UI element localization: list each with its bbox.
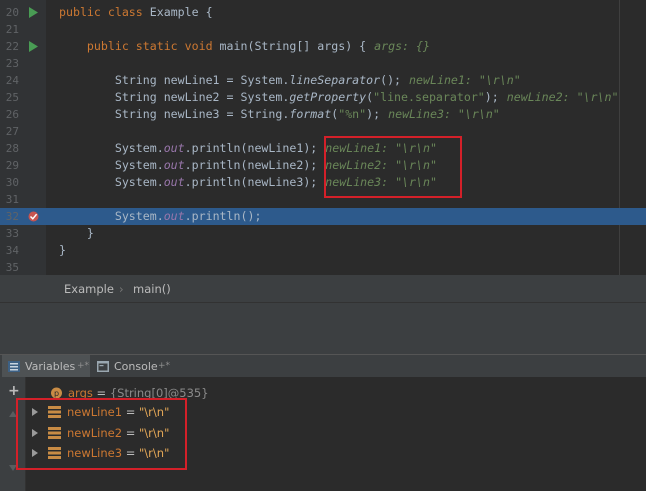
expand-triangle-icon[interactable] (32, 429, 38, 437)
variable-name: newLine1 (67, 405, 123, 419)
inline-debug-value: newLine2: "\r\n" (506, 90, 619, 104)
variable-value: "\r\n" (139, 446, 170, 460)
code-line[interactable]: 34} (0, 242, 646, 259)
line-number: 33 (5, 227, 19, 240)
line-number: 22 (5, 40, 19, 53)
line-number: 27 (5, 125, 19, 138)
inline-debug-value: newLine1: "\r\n" (325, 141, 437, 155)
inline-debug-value: newLine3: "\r\n" (325, 175, 437, 189)
code-line[interactable]: 21 (0, 21, 646, 38)
variable-value: "\r\n" (139, 405, 170, 419)
tab-console-label: Console (114, 360, 158, 373)
variable-equals: = (122, 426, 140, 440)
code-text: String newLine2 = System.getProperty("li… (59, 90, 619, 104)
variable-name: args (68, 386, 93, 400)
code-line[interactable]: 25 String newLine2 = System.getProperty(… (0, 89, 646, 106)
variable-equals: = (122, 405, 140, 419)
variable-row-args[interactable]: p args = {String[0]@535} (25, 383, 646, 403)
line-number: 28 (5, 142, 19, 155)
variables-icon (8, 361, 20, 372)
code-text: public static void main(String[] args) {… (86, 39, 430, 53)
add-watch-button[interactable]: + (8, 383, 20, 399)
breakpoint-icon[interactable] (28, 211, 39, 222)
expand-triangle-icon[interactable] (32, 449, 38, 457)
move-up-icon[interactable] (9, 411, 17, 417)
variable-name: newLine3 (67, 446, 123, 460)
variable-name: newLine2 (67, 426, 123, 440)
current-execution-line[interactable]: 32 System.out.println(); (0, 208, 646, 225)
code-line[interactable]: 22 public static void main(String[] args… (0, 38, 646, 55)
field-icon (48, 447, 61, 459)
line-number: 26 (5, 108, 19, 121)
console-icon (97, 361, 109, 372)
inline-debug-value: args: {} (374, 39, 430, 53)
inline-debug-value: newLine2: "\r\n" (325, 158, 437, 172)
code-text: } (59, 226, 94, 240)
variables-panel: + p args = {String[0]@535} newLine1 = "\… (0, 377, 646, 491)
tab-console[interactable]: Console +* (91, 355, 173, 378)
code-line[interactable]: 24 String newLine1 = System.lineSeparato… (0, 72, 646, 89)
line-number: 32 (5, 210, 19, 223)
line-number: 23 (5, 57, 19, 70)
breadcrumb: Example › main() (0, 275, 646, 302)
move-down-icon[interactable] (9, 465, 17, 471)
tab-variables-pin[interactable]: +* (77, 355, 89, 378)
breadcrumb-method[interactable]: main() (133, 282, 171, 296)
line-number: 34 (5, 244, 19, 257)
code-text: String newLine3 = String.format("%n"); ne… (59, 107, 500, 121)
code-line[interactable]: 26 String newLine3 = String.format("%n")… (0, 106, 646, 123)
breadcrumb-separator: › (119, 282, 124, 296)
code-text: System.out.println(); (59, 209, 262, 223)
field-icon (48, 406, 61, 418)
code-text: System.out.println(newLine3); newLine3: "… (59, 175, 437, 189)
run-icon[interactable] (28, 7, 39, 18)
variable-value: {String[0]@535} (109, 386, 209, 400)
line-number: 30 (5, 176, 19, 189)
line-number: 29 (5, 159, 19, 172)
code-text: System.out.println(newLine2); newLine2: "… (59, 158, 437, 172)
code-line[interactable]: 33 } (0, 225, 646, 242)
line-number: 20 (5, 6, 19, 19)
code-line[interactable]: 23 (0, 55, 646, 72)
line-number: 25 (5, 91, 19, 104)
empty-panel-area (0, 302, 646, 355)
field-icon (48, 427, 61, 439)
line-number: 35 (5, 261, 19, 274)
inline-debug-value: newLine1: "\r\n" (409, 73, 521, 87)
code-line[interactable]: 31 (0, 191, 646, 208)
tab-console-pin[interactable]: +* (158, 355, 170, 378)
variable-row-newline2[interactable]: newLine2 = "\r\n" (25, 423, 646, 443)
code-editor[interactable]: 20 public class Example { 21 22 public stat… (0, 0, 646, 275)
code-line[interactable]: 30 System.out.println(newLine3); newLine3… (0, 174, 646, 191)
variable-row-newline3[interactable]: newLine3 = "\r\n" (25, 443, 646, 463)
debug-tabs: Variables +* Console +* (0, 354, 646, 378)
svg-text:p: p (54, 389, 59, 398)
line-number: 24 (5, 74, 19, 87)
code-line[interactable]: 20 public class Example { (0, 4, 646, 21)
variable-equals: = (92, 386, 110, 400)
code-text: public class Example { (59, 5, 213, 19)
parameter-icon: p (51, 387, 62, 399)
expand-triangle-icon[interactable] (32, 408, 38, 416)
breadcrumb-class[interactable]: Example (64, 282, 114, 296)
inline-debug-value: newLine3: "\r\n" (388, 107, 500, 121)
code-line[interactable]: 35 (0, 259, 646, 275)
line-number: 31 (5, 193, 19, 206)
line-number: 21 (5, 23, 19, 36)
code-line[interactable]: 29 System.out.println(newLine2); newLine2… (0, 157, 646, 174)
code-text: System.out.println(newLine1); newLine1: "… (59, 141, 437, 155)
variable-equals: = (122, 446, 140, 460)
code-line[interactable]: 28 System.out.println(newLine1); newLine1… (0, 140, 646, 157)
tab-variables-label: Variables (25, 360, 76, 373)
variable-value: "\r\n" (139, 426, 170, 440)
code-line[interactable]: 27 (0, 123, 646, 140)
code-text: } (59, 243, 66, 257)
tab-variables[interactable]: Variables +* (2, 355, 90, 378)
variable-row-newline1[interactable]: newLine1 = "\r\n" (25, 402, 646, 422)
variables-toolbar: + (0, 377, 26, 491)
code-text: String newLine1 = System.lineSeparator()… (59, 73, 521, 87)
run-icon[interactable] (28, 41, 39, 52)
